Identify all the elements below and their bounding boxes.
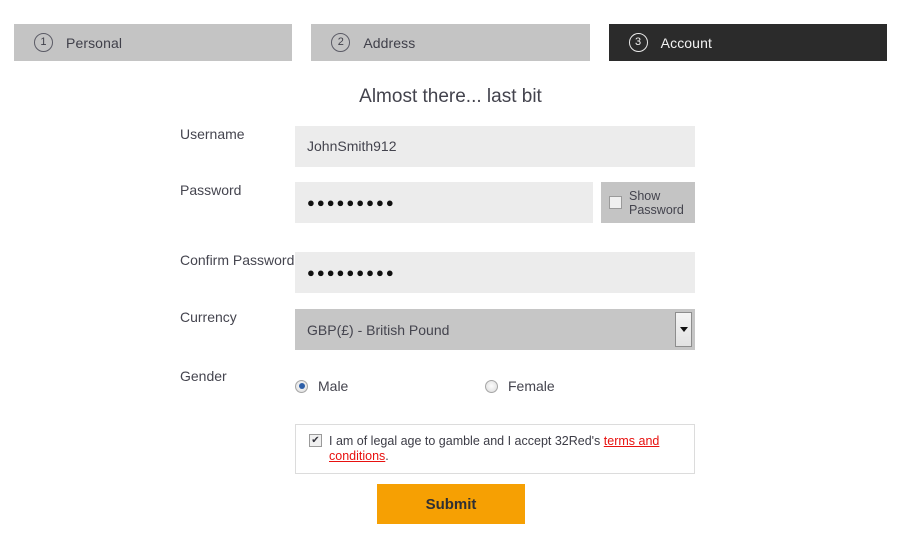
terms-box: I am of legal age to gamble and I accept… [295, 424, 695, 474]
tab-badge-1: 1 [34, 33, 53, 52]
gender-radio-group: Male Female [295, 368, 555, 396]
password-field-wrap: ●●●●●●●●● Show Password [295, 182, 695, 223]
currency-select[interactable]: GBP(£) - British Pound [295, 309, 695, 350]
gender-field-wrap: Male Female [295, 368, 555, 396]
confirm-password-input[interactable]: ●●●●●●●●● [295, 252, 695, 293]
tab-badge-3: 3 [628, 33, 648, 52]
wizard-tabs: 1 Personal 2 Address 3 Account [14, 24, 887, 61]
radio-female-label: Female [508, 378, 555, 394]
radio-male-dot[interactable] [295, 379, 308, 393]
form-row-password: Password ●●●●●●●●● Show Password [0, 182, 901, 223]
page-title: Almost there... last bit [359, 86, 542, 107]
confirm-password-label: Confirm Password [180, 252, 295, 268]
gender-label: Gender [180, 368, 227, 384]
currency-label: Currency [180, 309, 237, 325]
form-row-currency: Currency GBP(£) - British Pound [0, 309, 901, 350]
tab-label-personal: Personal [66, 34, 123, 51]
terms-checkbox[interactable] [309, 434, 322, 447]
username-field-wrap: JohnSmith912 [295, 126, 695, 167]
terms-text: I am of legal age to gamble and I accept… [329, 434, 684, 464]
tab-label-account: Account [660, 34, 712, 51]
form-row-username: Username JohnSmith912 [0, 126, 901, 167]
submit-button[interactable]: Submit [377, 484, 525, 524]
radio-male-label: Male [318, 378, 349, 394]
tab-personal[interactable]: 1 Personal [14, 24, 293, 61]
gender-radio-female[interactable]: Female [485, 378, 555, 394]
tab-badge-2: 2 [331, 33, 351, 52]
show-password-label: Show Password [629, 188, 684, 217]
form-row-terms: I am of legal age to gamble and I accept… [0, 424, 901, 474]
username-input[interactable]: JohnSmith912 [295, 126, 695, 167]
form-row-gender: Gender Male Female [0, 368, 901, 396]
tab-account[interactable]: 3 Account [608, 24, 887, 61]
show-password-button[interactable]: Show Password [601, 182, 695, 223]
tab-address[interactable]: 2 Address [311, 24, 590, 61]
password-input[interactable]: ●●●●●●●●● [295, 182, 593, 223]
chevron-down-icon[interactable] [675, 312, 692, 347]
show-password-checkbox[interactable] [609, 196, 622, 209]
radio-female-dot[interactable] [485, 379, 498, 393]
tab-label-address: Address [363, 34, 416, 51]
confirm-password-field-wrap: ●●●●●●●●● [295, 252, 695, 293]
currency-selected-value: GBP(£) - British Pound [307, 321, 450, 338]
password-label: Password [180, 182, 242, 198]
currency-field-wrap: GBP(£) - British Pound [295, 309, 695, 350]
username-label: Username [180, 126, 245, 142]
gender-radio-male[interactable]: Male [295, 378, 485, 394]
form-row-confirm-password: Confirm Password ●●●●●●●●● [0, 252, 901, 293]
terms-text-before: I am of legal age to gamble and I accept… [329, 434, 604, 448]
terms-text-after: . [385, 449, 389, 463]
terms-field-wrap: I am of legal age to gamble and I accept… [295, 424, 695, 474]
